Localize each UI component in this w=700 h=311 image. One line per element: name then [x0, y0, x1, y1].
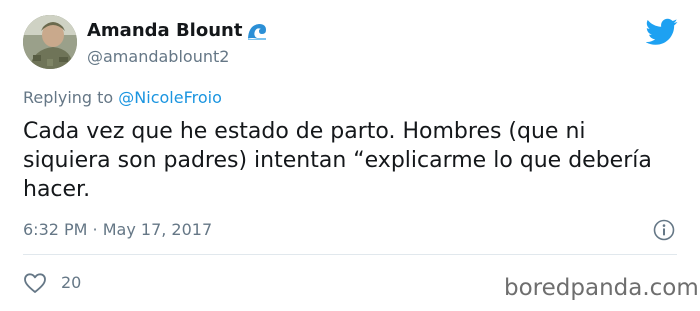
heart-icon[interactable]: [23, 272, 47, 294]
water-wave-icon: [248, 24, 266, 40]
avatar[interactable]: [23, 15, 77, 69]
watermark: boredpanda.com: [504, 275, 699, 301]
twitter-bird-icon[interactable]: [646, 18, 678, 46]
author-handle[interactable]: @amandablount2: [87, 46, 229, 68]
info-icon[interactable]: [653, 219, 675, 241]
author-display-name[interactable]: Amanda Blount: [87, 19, 242, 43]
reply-mention-link[interactable]: @NicoleFroio: [118, 88, 222, 107]
tweet-timestamp[interactable]: 6:32 PM · May 17, 2017: [23, 219, 212, 241]
divider: [23, 254, 677, 255]
replying-prefix: Replying to: [23, 88, 119, 107]
like-count: 20: [61, 273, 82, 292]
tweet-text: Cada vez que he estado de parto. Hombres…: [23, 119, 652, 202]
replying-to: Replying to @NicoleFroio: [23, 87, 222, 109]
tweet-card: Amanda Blount @amandablount2 Replying to…: [0, 0, 700, 311]
